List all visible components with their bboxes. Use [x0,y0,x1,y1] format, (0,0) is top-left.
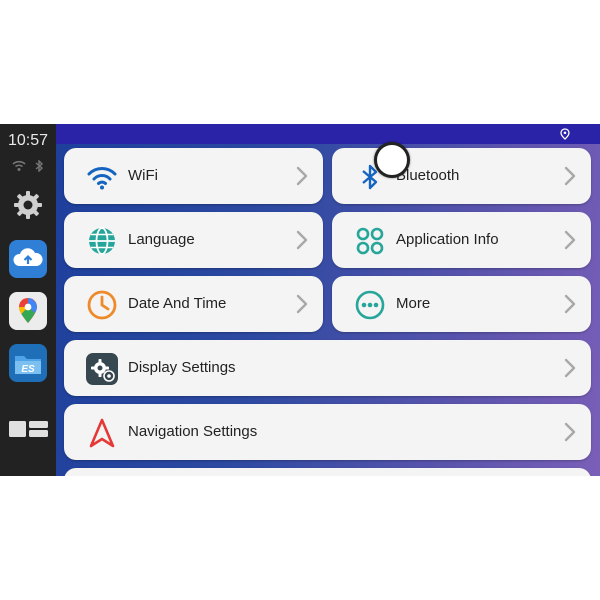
clock-icon [87,290,117,320]
wifi-card[interactable]: WiFi [64,148,323,204]
chevron-right-icon [296,294,308,314]
bluetooth-status-icon [35,160,44,172]
display-settings-label: Display Settings [128,359,236,376]
status-bar [56,124,600,144]
display-settings-icon [86,353,118,385]
navigation-icon [89,418,115,448]
svg-text:ES: ES [21,364,35,375]
chevron-right-icon [564,294,576,314]
maps-app-button[interactable] [9,292,47,330]
wifi-label: WiFi [128,167,158,184]
file-manager-icon: ES [15,356,41,375]
apps-grid-icon [356,227,384,255]
maps-icon [19,298,37,323]
touch-indicator [374,142,410,178]
date-time-label: Date And Time [128,295,227,312]
head-unit-screen: 10:57 ES WiFi Bluetooth Language Applica… [0,124,600,476]
split-screen-icon [9,421,48,437]
wifi-status-icon [12,160,26,171]
chevron-right-icon [296,166,308,186]
application-info-card[interactable]: Application Info [332,212,591,268]
navigation-settings-card[interactable]: Navigation Settings [64,404,591,460]
navigation-settings-label: Navigation Settings [128,423,258,440]
next-settings-card[interactable] [64,468,591,476]
display-settings-card[interactable]: Display Settings [64,340,591,396]
bluetooth-card[interactable]: Bluetooth [332,148,591,204]
app-dock: 10:57 ES [0,124,56,476]
globe-icon [89,227,115,255]
more-label: More [396,295,431,312]
file-manager-app-button[interactable]: ES [9,344,47,382]
status-time: 10:57 [7,132,49,149]
cloud-app-button[interactable] [9,240,47,278]
more-card[interactable]: More [332,276,591,332]
settings-panel: WiFi Bluetooth Language Application Info… [56,124,600,476]
chevron-right-icon [564,230,576,250]
chevron-right-icon [564,358,576,378]
settings-app-button[interactable] [9,186,47,224]
application-info-label: Application Info [396,231,499,248]
language-card[interactable]: Language [64,212,323,268]
gear-icon [14,191,42,219]
status-icons [0,160,56,172]
location-icon [560,128,570,140]
more-icon [355,290,385,320]
split-screen-button[interactable] [9,418,48,446]
cloud-upload-icon [13,248,43,266]
chevron-right-icon [296,230,308,250]
chevron-right-icon [564,166,576,186]
date-time-card[interactable]: Date And Time [64,276,323,332]
chevron-right-icon [564,422,576,442]
wifi-icon [87,167,117,190]
language-label: Language [128,231,195,248]
